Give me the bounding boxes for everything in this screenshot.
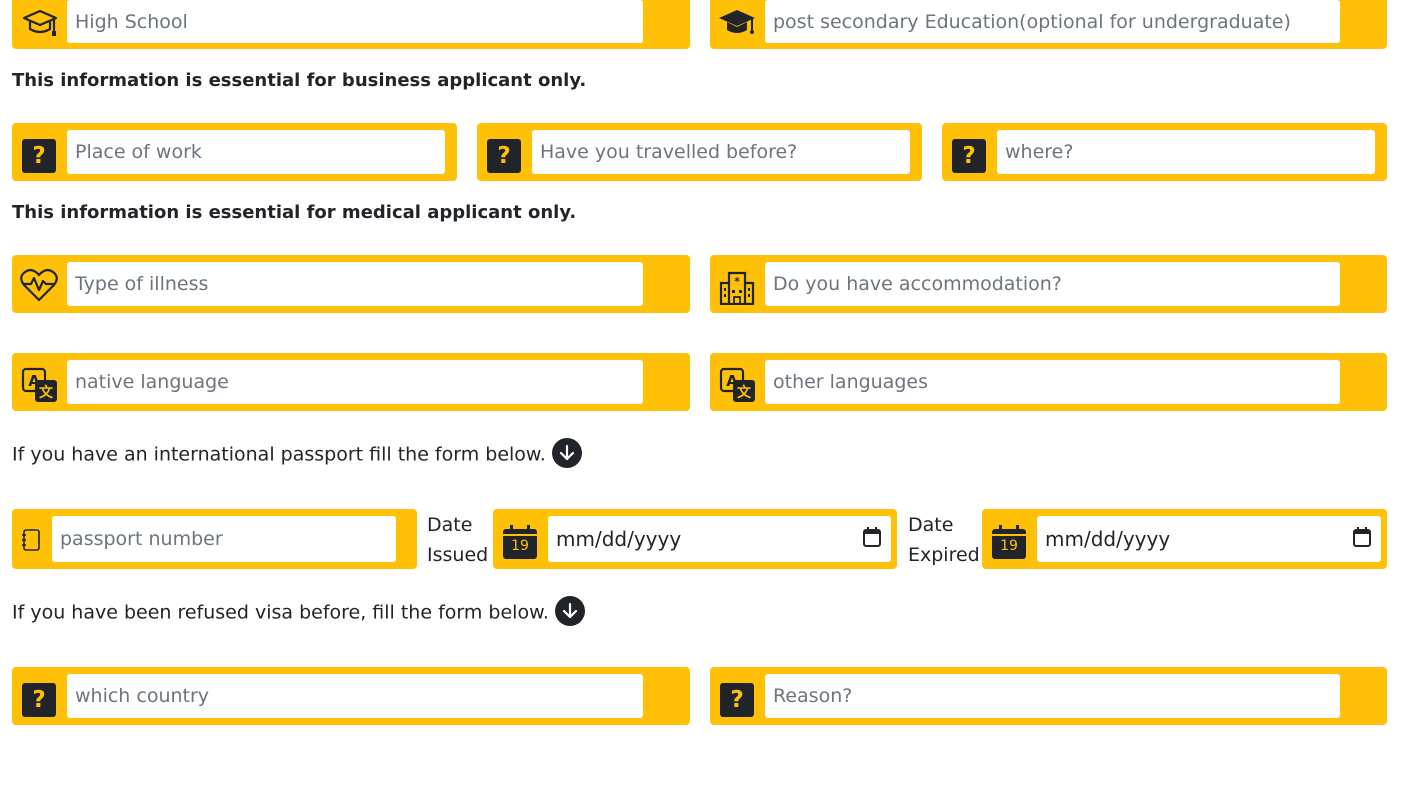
date-expired-format: mm/dd/yyyy [1045, 527, 1171, 551]
svg-text:文: 文 [39, 384, 54, 401]
post-secondary-input[interactable] [765, 0, 1340, 43]
other-languages-input[interactable] [765, 360, 1340, 404]
date-issued-input[interactable]: mm/dd/yyyy [548, 516, 891, 562]
business-note: This information is essential for busine… [12, 70, 587, 91]
high-school-group [12, 0, 690, 49]
refusal-reason-input[interactable] [765, 674, 1340, 718]
refused-country-input[interactable] [67, 674, 643, 718]
question-icon: ? [22, 139, 56, 173]
arrow-down-circle-icon [551, 438, 582, 468]
mortarboard-icon [716, 4, 758, 44]
passport-number-input[interactable] [52, 516, 396, 562]
question-icon: ? [487, 139, 521, 173]
graduation-cap-icon [20, 4, 60, 44]
place-of-work-input[interactable] [67, 130, 445, 174]
travelled-before-group: ? [477, 123, 922, 181]
calendar-day: 19 [511, 538, 529, 554]
refused-country-group: ? [12, 667, 690, 725]
where-group: ? [942, 123, 1387, 181]
date-expired-input[interactable]: mm/dd/yyyy [1037, 516, 1381, 562]
translate-icon: A 文 [20, 365, 60, 405]
passport-number-group [12, 509, 417, 569]
passport-icon [20, 529, 42, 551]
date-expired-group: 19 mm/dd/yyyy [982, 509, 1387, 569]
calendar-picker-icon[interactable] [863, 526, 881, 552]
refusal-reason-group: ? [710, 667, 1387, 725]
calendar-icon: 19 [991, 524, 1027, 560]
illness-input[interactable] [67, 262, 643, 306]
post-secondary-group [710, 0, 1387, 49]
date-issued-format: mm/dd/yyyy [556, 527, 682, 551]
accommodation-group: * [710, 255, 1387, 313]
calendar-day: 19 [1000, 538, 1018, 554]
question-icon: ? [952, 139, 986, 173]
passport-note-text: If you have an international passport fi… [12, 443, 546, 466]
calendar-picker-icon[interactable] [1353, 526, 1371, 552]
illness-group [12, 255, 690, 313]
svg-text:文: 文 [737, 384, 752, 401]
place-of-work-group: ? [12, 123, 457, 181]
visa-refusal-note-text: If you have been refused visa before, fi… [12, 601, 549, 624]
translate-icon: A 文 [718, 365, 758, 405]
date-expired-label: Date Expired [908, 514, 980, 566]
arrow-down-circle-icon [554, 596, 585, 626]
question-icon: ? [720, 683, 754, 717]
where-input[interactable] [997, 130, 1375, 174]
high-school-input[interactable] [67, 0, 643, 43]
date-issued-label: Date Issued [427, 514, 489, 566]
native-language-input[interactable] [67, 360, 643, 404]
svg-text:*: * [734, 275, 740, 288]
question-icon: ? [22, 683, 56, 717]
hospital-icon: * [717, 267, 757, 307]
native-language-group: A 文 [12, 353, 690, 411]
accommodation-input[interactable] [765, 262, 1340, 306]
date-issued-group: 19 mm/dd/yyyy [493, 509, 897, 569]
travelled-before-input[interactable] [532, 130, 910, 174]
passport-note: If you have an international passport fi… [12, 438, 582, 470]
visa-refusal-note: If you have been refused visa before, fi… [12, 596, 585, 628]
calendar-icon: 19 [502, 524, 538, 560]
heart-pulse-icon [19, 265, 59, 305]
other-languages-group: A 文 [710, 353, 1387, 411]
medical-note: This information is essential for medica… [12, 202, 577, 223]
